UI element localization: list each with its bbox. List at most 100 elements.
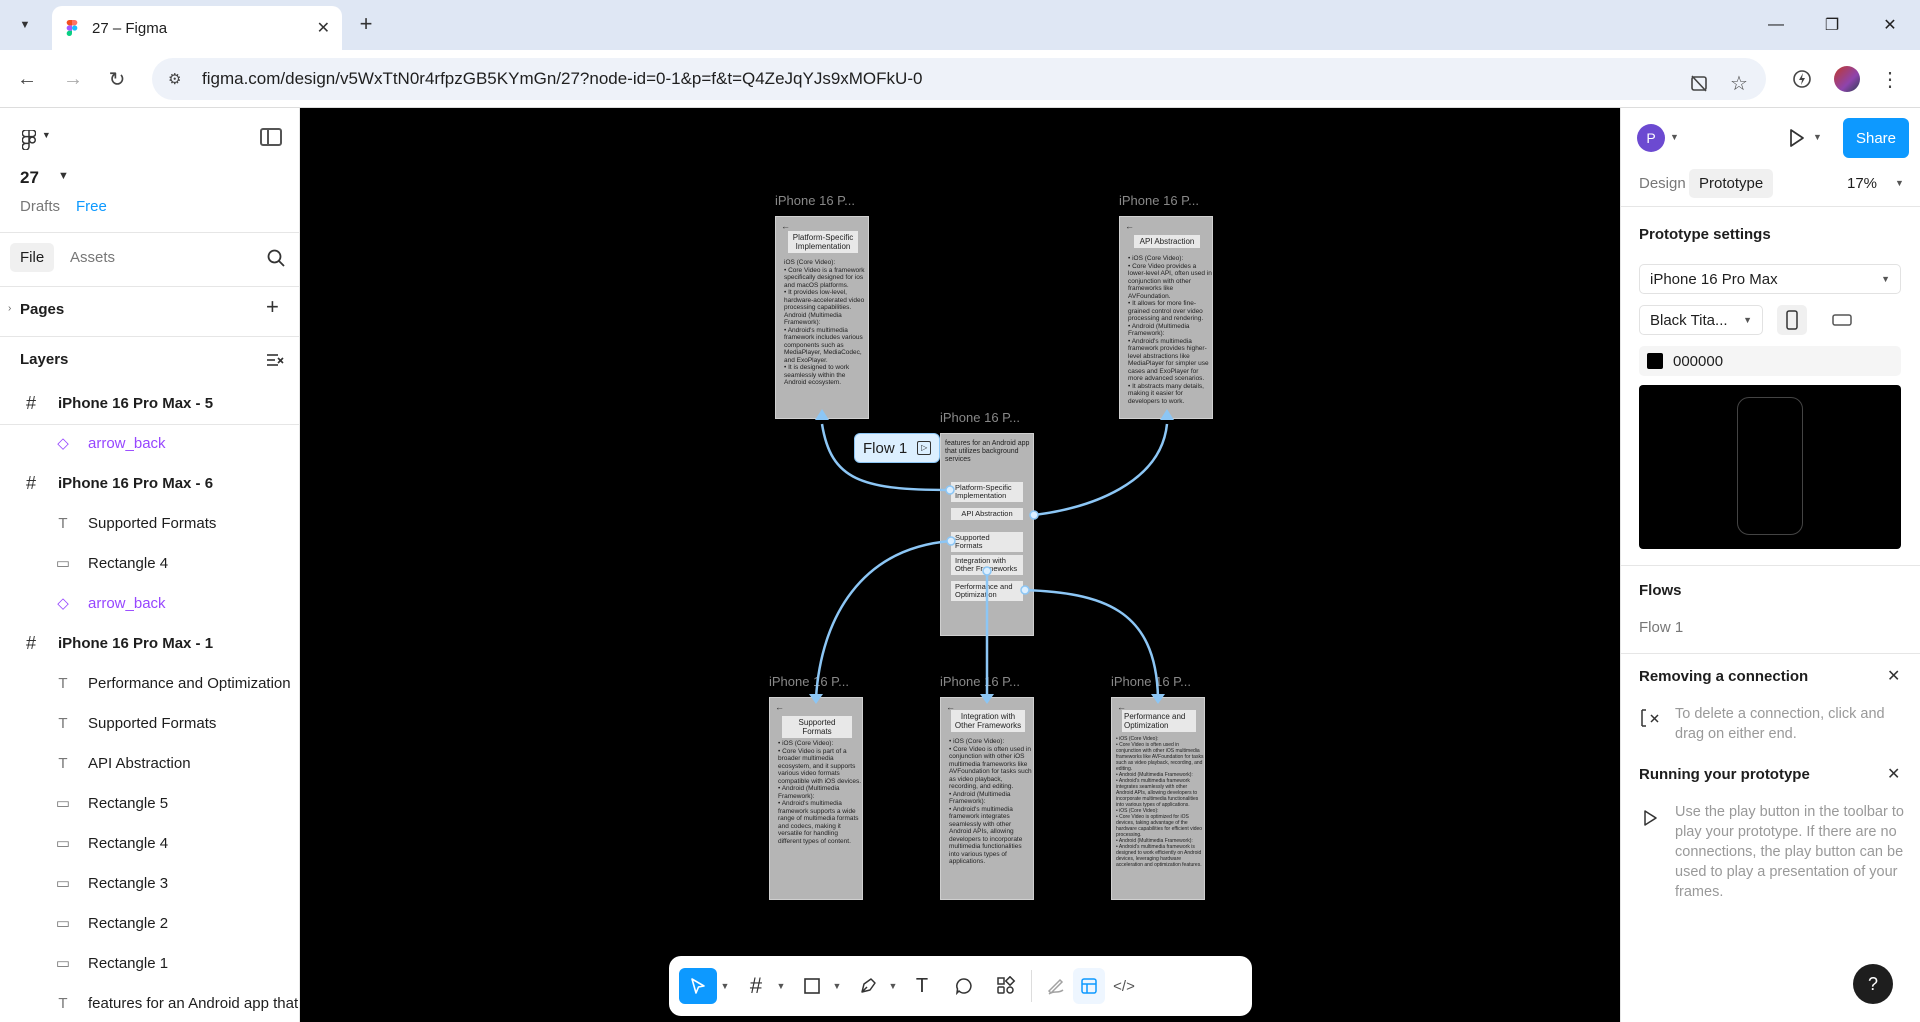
dev-mode-icon[interactable]: </> (1109, 968, 1139, 1004)
layer-component[interactable]: ◇ arrow_back (52, 423, 165, 463)
tab-close-icon[interactable]: ✕ (317, 18, 330, 38)
layer-rectangle[interactable]: ▭ Rectangle 2 (52, 903, 168, 943)
zoom-level[interactable]: 17% (1847, 175, 1877, 192)
text-tool-icon[interactable]: T (907, 968, 937, 1004)
pen-tool-icon[interactable] (853, 968, 883, 1004)
pages-heading[interactable]: Pages (20, 301, 64, 318)
add-page-icon[interactable]: + (266, 294, 279, 320)
flow-list-item[interactable]: Flow 1 (1639, 619, 1683, 636)
layer-text[interactable]: Tfeatures for an Android app that u (52, 983, 299, 1022)
close-icon[interactable]: ✕ (1887, 764, 1900, 784)
chevron-down-icon: ▼ (1743, 315, 1752, 325)
layer-text[interactable]: T Performance and Optimization (52, 663, 290, 703)
device-preview (1639, 385, 1901, 549)
move-tool-chevron-icon[interactable]: ▼ (717, 968, 731, 1004)
share-button[interactable]: Share (1843, 118, 1909, 158)
site-info-icon[interactable]: ⚙ (168, 70, 188, 88)
layer-rectangle[interactable]: ▭ Rectangle 4 (52, 823, 168, 863)
move-tool-icon[interactable] (679, 968, 717, 1004)
minimize-icon[interactable]: — (1756, 10, 1796, 40)
pen-tool-chevron-icon[interactable]: ▼ (885, 968, 899, 1004)
layer-rectangle[interactable]: ▭ Rectangle 1 (52, 943, 168, 983)
landscape-orientation-icon[interactable] (1827, 305, 1857, 335)
tab-prototype[interactable]: Prototype (1689, 169, 1774, 198)
layer-text[interactable]: T Supported Formats (52, 703, 216, 743)
layer-text[interactable]: T Supported Formats (52, 503, 216, 543)
file-name[interactable]: 27 (20, 168, 39, 188)
figma-menu-button[interactable]: ▼ (21, 129, 51, 153)
layer-frame[interactable]: # iPhone 16 Pro Max - 1 (20, 623, 213, 663)
user-avatar[interactable]: P (1637, 124, 1665, 152)
layer-label: API Abstraction (88, 754, 191, 772)
frame-tool-chevron-icon[interactable]: ▼ (773, 968, 787, 1004)
portrait-orientation-icon[interactable] (1777, 305, 1807, 335)
avatar-chevron-icon[interactable]: ▼ (1670, 132, 1679, 142)
browser-tab[interactable]: 27 – Figma ✕ (52, 6, 342, 50)
profile-avatar[interactable] (1832, 64, 1862, 94)
plan-badge[interactable]: Free (76, 198, 107, 215)
frame-tool-icon[interactable]: # (741, 968, 771, 1004)
play-prototype-icon[interactable] (1784, 126, 1808, 150)
connection-performance[interactable] (1024, 588, 1160, 699)
no-screenshot-icon[interactable] (1684, 68, 1714, 98)
url-field[interactable]: ⚙ figma.com/design/v5WxTtN0r4rfpzGB5KYmG… (152, 58, 1766, 100)
tab-file[interactable]: File (10, 243, 55, 272)
toggle-sidebar-icon[interactable] (260, 128, 282, 146)
color-swatch[interactable] (1647, 353, 1663, 369)
text-layer-icon: T (58, 994, 68, 1012)
reload-icon[interactable]: ↻ (102, 64, 132, 94)
layer-component[interactable]: ◇ arrow_back (52, 583, 165, 623)
device-select[interactable]: iPhone 16 Pro Max ▼ (1639, 264, 1901, 294)
present-flow-icon[interactable]: ▷ (917, 441, 932, 455)
extension-icon[interactable] (1787, 64, 1817, 94)
flow-starting-point-chip[interactable]: Flow 1 ▷ (854, 433, 941, 463)
divider (1621, 206, 1920, 207)
help-button[interactable]: ? (1853, 964, 1893, 1004)
tab-design[interactable]: Design (1639, 175, 1686, 192)
divider (1621, 565, 1920, 566)
layer-rectangle[interactable]: ▭ Rectangle 4 (52, 543, 168, 583)
new-tab-button[interactable]: + (352, 11, 380, 39)
tab-assets[interactable]: Assets (70, 249, 115, 266)
background-color-field[interactable]: 000000 (1639, 346, 1901, 376)
close-icon[interactable]: ✕ (1887, 666, 1900, 686)
drafts-link[interactable]: Drafts (20, 198, 60, 215)
bookmark-star-icon[interactable]: ☆ (1724, 68, 1754, 98)
connection-api[interactable] (1033, 423, 1169, 517)
comment-tool-icon[interactable] (949, 968, 979, 1004)
connection-handle[interactable] (1020, 585, 1030, 595)
divider (0, 286, 299, 287)
layer-frame[interactable]: # iPhone 16 Pro Max - 6 (20, 463, 213, 503)
connection-handle[interactable] (946, 536, 956, 546)
rectangle-layer-icon: ▭ (55, 915, 71, 932)
layers-collapse-icon[interactable] (266, 352, 284, 368)
figma-logo-icon (21, 129, 37, 151)
connection-formats[interactable] (814, 539, 952, 699)
connection-handle[interactable] (945, 485, 955, 495)
search-icon[interactable] (266, 248, 286, 268)
actions-tool-icon[interactable] (991, 968, 1021, 1004)
browser-menu-icon[interactable]: ⋮ (1875, 64, 1905, 94)
zoom-chevron-icon[interactable]: ▼ (1895, 178, 1904, 188)
draw-mode-icon[interactable] (1041, 968, 1071, 1004)
layer-frame[interactable]: # iPhone 16 Pro Max - 5 (20, 383, 213, 423)
connection-handle[interactable] (1029, 510, 1039, 520)
tab-search-chevron-icon[interactable]: ▼ (12, 12, 38, 38)
play-chevron-icon[interactable]: ▼ (1813, 132, 1822, 142)
model-color-select[interactable]: Black Tita... ▼ (1639, 305, 1763, 335)
layer-rectangle[interactable]: ▭ Rectangle 3 (52, 863, 168, 903)
forward-icon[interactable]: → (58, 64, 88, 94)
back-icon[interactable]: ← (12, 64, 42, 94)
connection-handle[interactable] (982, 566, 992, 576)
window-close-icon[interactable]: ✕ (1870, 10, 1910, 40)
shape-tool-chevron-icon[interactable]: ▼ (829, 968, 843, 1004)
removing-connection-heading: Removing a connection (1639, 668, 1809, 685)
rectangle-tool-icon[interactable] (797, 968, 827, 1004)
layer-text[interactable]: T API Abstraction (52, 743, 191, 783)
file-menu-chevron-icon[interactable]: ▼ (58, 170, 69, 182)
pages-chevron-icon[interactable]: › (8, 303, 11, 314)
design-mode-icon[interactable] (1073, 968, 1105, 1004)
layer-rectangle[interactable]: ▭ Rectangle 5 (52, 783, 168, 823)
maximize-icon[interactable]: ❐ (1812, 10, 1852, 40)
design-canvas[interactable]: iPhone 16 P... iPhone 16 P... iPhone 16 … (301, 108, 1619, 1022)
